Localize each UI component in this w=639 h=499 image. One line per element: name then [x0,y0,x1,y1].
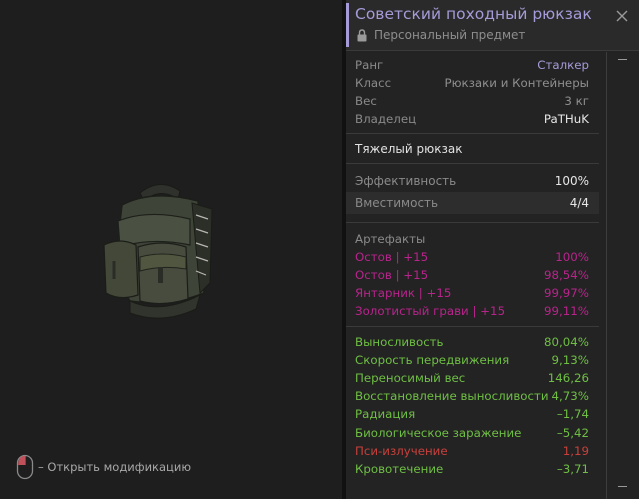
info-row: Вес 3 кг [346,92,599,110]
effect-row-label: Биологическое заражение [355,425,522,440]
stat-row-label: Эффективность [355,174,457,188]
artifact-row-label: Золотистый грави | +15 [355,304,506,318]
artifact-row-value: 99,97% [544,286,589,300]
artifacts-block: Артефакты Остов | +15 100% Остов | +15 98,5… [346,223,599,327]
artifact-row-label: Янтарник | +15 [355,286,452,300]
artifact-list: Остов | +15 100% Остов | +15 98,54% Янтарник… [346,248,599,320]
effect-row-label: Скорость передвижения [355,353,510,368]
item-title: Советский походный рюкзак [355,5,592,23]
effects-block: Выносливость 80,04% Скорость передвижения 9… [346,327,599,478]
backpack-icon[interactable] [100,175,220,330]
hint-text: – Открыть модификацию [38,460,192,474]
stat-row: Эффективность 100% [346,170,599,192]
stat-row-value: 4/4 [569,196,589,210]
info-row-value: Рюкзаки и Контейнеры [444,76,589,90]
info-row-label: Ранг [355,58,384,72]
effect-row-label: Восстановление выносливости [355,389,549,404]
info-row: Класс Рюкзаки и Контейнеры [346,74,599,92]
panel-header: Советский походный рюкзак Персональный п… [346,0,639,51]
scrollbar-top-mark [618,59,627,60]
effect-row-value: 146,26 [547,371,589,386]
artifact-row-label: Остов | +15 [355,268,429,282]
effect-row: Радиация –1,74 [346,405,599,423]
lock-icon [357,29,367,42]
scrollbar[interactable] [606,52,636,499]
effect-row: Переносимый вес 146,26 [346,369,599,387]
effect-row-value: 9,13% [551,353,589,368]
item-preview-area: – Открыть модификацию [0,0,342,499]
effect-row: Пси-излучение 1,19 [346,442,599,460]
stat-row: Вместимость 4/4 [346,192,599,214]
effect-row: Кровотечение –3,71 [346,460,599,478]
info-block: Ранг Сталкер Класс Рюкзаки и Контейнеры Вес 3… [346,52,599,134]
effect-row: Скорость передвижения 9,13% [346,351,599,369]
item-type: Тяжелый рюкзак [346,134,599,164]
artifact-row-value: 99,11% [544,304,589,318]
artifacts-header: Артефакты [355,231,426,246]
effect-row-value: 4,73% [551,389,589,404]
artifact-row: Золотистый грави | +15 99,11% [346,302,599,320]
info-row-label: Класс [355,76,392,90]
personal-item-label: Персональный предмет [374,28,526,42]
mouse-icon [16,454,34,480]
artifact-row: Остов | +15 98,54% [346,266,599,284]
scrollbar-bottom-mark [618,486,627,487]
info-row-value: PaTHuK [543,112,589,126]
info-row-label: Вес [355,94,377,108]
effect-row-value: –5,42 [556,425,589,440]
stat-row-value: 100% [554,174,589,188]
item-details-panel: Советский походный рюкзак Персональный п… [346,0,639,499]
effect-row-label: Пси-излучение [355,443,448,458]
effect-row: Выносливость 80,04% [346,333,599,351]
info-row-value: 3 кг [564,94,589,108]
artifact-row-value: 100% [555,250,589,264]
modification-hint: – Открыть модификацию [16,454,191,480]
effect-row-label: Переносимый вес [355,371,466,386]
artifact-row-value: 98,54% [544,268,589,282]
effect-row: Биологическое заражение –5,42 [346,423,599,441]
effect-row-value: 80,04% [544,335,589,350]
stat-row-label: Вместимость [355,196,439,210]
info-row: Ранг Сталкер [346,56,599,74]
info-row-label: Владелец [355,112,417,126]
effect-row-label: Кровотечение [355,461,444,476]
artifact-row: Янтарник | +15 99,97% [346,284,599,302]
close-icon[interactable] [615,9,629,23]
stats-block: Эффективность 100% Вместимость 4/4 [346,164,599,223]
item-details-content: Ранг Сталкер Класс Рюкзаки и Контейнеры Вес 3… [346,52,599,478]
effect-row-label: Радиация [355,407,416,422]
rarity-accent-bar [346,3,349,47]
effect-row-value: –3,71 [556,461,589,476]
effect-row-value: –1,74 [556,407,589,422]
effect-row: Восстановление выносливости 4,73% [346,387,599,405]
effect-row-value: 1,19 [562,443,589,458]
info-row-value: Сталкер [537,58,589,72]
info-row: Владелец PaTHuK [346,110,599,128]
effect-row-label: Выносливость [355,335,444,350]
artifact-row: Остов | +15 100% [346,248,599,266]
artifact-row-label: Остов | +15 [355,250,429,264]
